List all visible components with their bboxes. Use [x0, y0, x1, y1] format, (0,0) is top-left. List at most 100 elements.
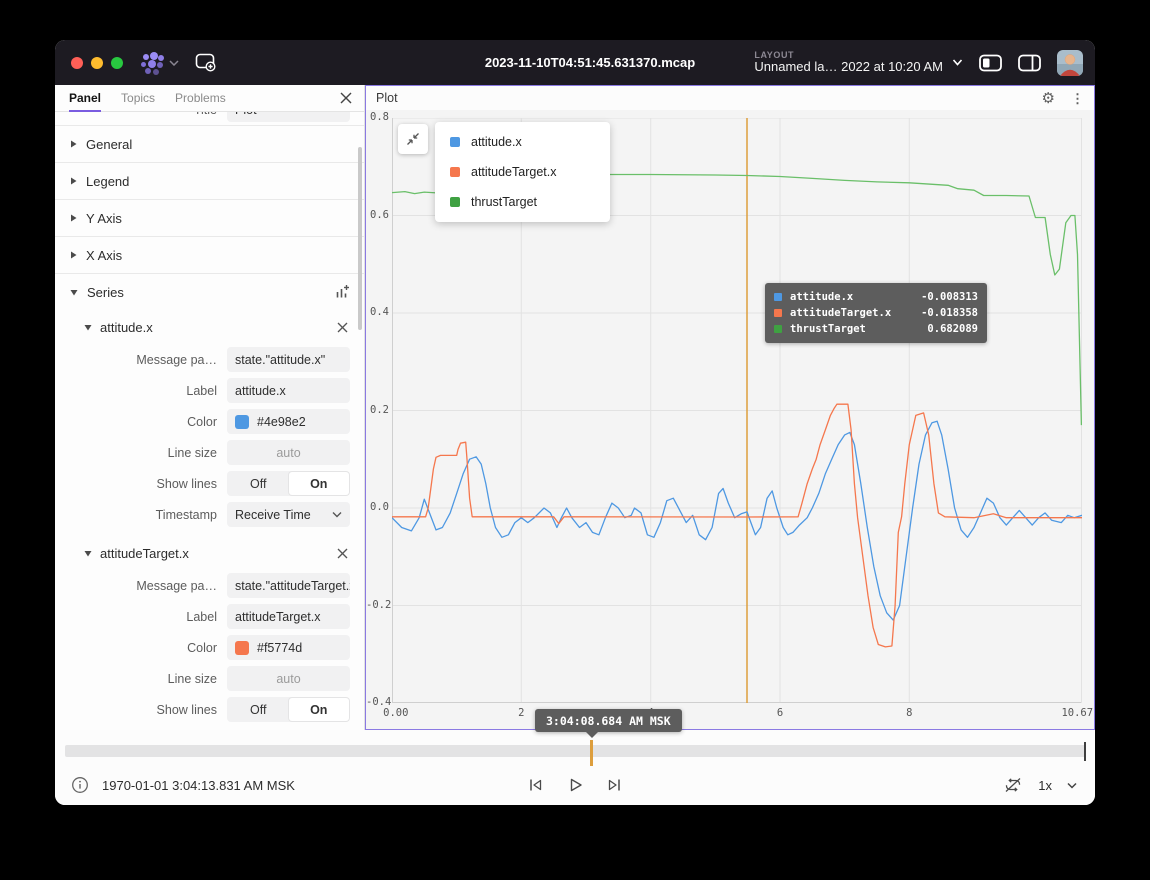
minimize-window-button[interactable] [91, 57, 103, 69]
show-lines-off-button[interactable]: Off [228, 698, 289, 721]
color-row: Color #4e98e2 [55, 406, 364, 437]
caret-right-icon [69, 213, 78, 223]
tooltip-caret [586, 732, 598, 738]
label-row: Label attitudeTarget.x [55, 601, 364, 632]
chevron-down-icon [332, 511, 342, 518]
color-swatch[interactable] [235, 641, 249, 655]
layout-chevron-down-icon [952, 59, 963, 66]
sidebar-close-icon[interactable] [340, 91, 352, 104]
caret-down-icon [83, 549, 93, 558]
x-tick-label: 2 [518, 707, 524, 719]
timeline-scrubber[interactable] [65, 745, 1086, 757]
timeline-playhead[interactable] [590, 740, 593, 766]
panel-settings: Title Plot General Legend Y Axis [55, 112, 364, 730]
panel-settings-gear-icon[interactable]: ⚙ [1042, 91, 1055, 106]
section-y-axis[interactable]: Y Axis [55, 199, 364, 236]
timestamp-select[interactable]: Receive Time [227, 502, 350, 527]
playback-speed[interactable]: 1x [1038, 778, 1052, 793]
panel-menu-kebab-icon[interactable]: ⋮ [1071, 92, 1084, 105]
title-field-input[interactable]: Plot [227, 112, 350, 122]
show-lines-row: Show lines Off On [55, 468, 364, 499]
section-legend[interactable]: Legend [55, 162, 364, 199]
message-path-input[interactable]: state."attitudeTarget.x" [227, 573, 350, 598]
show-lines-on-button[interactable]: On [289, 472, 350, 495]
line-size-row: Line size auto [55, 437, 364, 468]
x-tick-label: 6 [777, 707, 783, 719]
window-title: 2023-11-10T04:51:45.631370.mcap [485, 55, 695, 70]
seek-backward-button[interactable] [527, 777, 544, 793]
main-content: Panel Topics Problems Title Plot General [55, 85, 1095, 730]
add-series-icon[interactable] [334, 284, 350, 300]
close-window-button[interactable] [71, 57, 83, 69]
y-tick-label: 0.2 [366, 404, 389, 416]
collapse-arrows-icon [406, 132, 420, 146]
y-tick-label: 0.0 [366, 501, 389, 513]
loop-off-icon[interactable] [1003, 776, 1023, 794]
app-menu-chevron-down-icon[interactable] [169, 60, 179, 66]
series-group-attitude-x[interactable]: attitude.x [55, 310, 364, 344]
legend-item-thrust-target[interactable]: thrustTarget [435, 187, 610, 217]
legend-item-attitude-target-x[interactable]: attitudeTarget.x [435, 157, 610, 187]
caret-right-icon [69, 139, 78, 149]
plot-area: 0.80.60.40.20.0-0.2-0.4 0.00246810.67 at… [366, 110, 1094, 729]
caret-right-icon [69, 250, 78, 260]
show-lines-off-button[interactable]: Off [228, 472, 289, 495]
line-size-input[interactable]: auto [227, 666, 350, 691]
speed-chevron-down-icon[interactable] [1067, 782, 1077, 789]
title-bar: 2023-11-10T04:51:45.631370.mcap LAYOUT U… [55, 40, 1095, 85]
title-field-label: Title [55, 112, 227, 117]
remove-series-icon[interactable] [337, 548, 348, 559]
sidebar-scrollbar[interactable] [358, 147, 362, 330]
section-series[interactable]: Series [55, 273, 364, 310]
maximize-window-button[interactable] [111, 57, 123, 69]
y-tick-label: 0.6 [366, 209, 389, 221]
play-button[interactable] [566, 776, 584, 794]
y-tick-label: 0.8 [366, 111, 389, 123]
plot-panel-header: Plot ⚙ ⋮ [366, 86, 1094, 110]
show-lines-toggle: Off On [227, 471, 350, 496]
seek-forward-button[interactable] [606, 777, 623, 793]
color-swatch[interactable] [235, 415, 249, 429]
title-field-row: Title Plot [55, 112, 364, 125]
series-group-attitude-target-x[interactable]: attitudeTarget.x [55, 536, 364, 570]
tab-problems[interactable]: Problems [175, 91, 226, 110]
line-size-input[interactable]: auto [227, 440, 350, 465]
info-icon[interactable] [71, 776, 89, 794]
message-path-input[interactable]: state."attitude.x" [227, 347, 350, 372]
tooltip-swatch [774, 325, 782, 333]
right-sidebar-toggle-icon[interactable] [1018, 54, 1041, 72]
label-input[interactable]: attitudeTarget.x [227, 604, 350, 629]
playback-bar: 1970-01-01 3:04:13.831 AM MSK 1x [55, 730, 1095, 805]
avatar[interactable] [1057, 50, 1083, 76]
label-input[interactable]: attitude.x [227, 378, 350, 403]
plot-panel[interactable]: Plot ⚙ ⋮ 0.80.60.40.20.0-0.2-0.4 0.00246… [365, 85, 1095, 730]
color-input[interactable]: #4e98e2 [227, 409, 350, 434]
app-window: 2023-11-10T04:51:45.631370.mcap LAYOUT U… [55, 40, 1095, 805]
legend-item-attitude-x[interactable]: attitude.x [435, 127, 610, 157]
timeline-end-marker [1084, 742, 1086, 761]
color-input[interactable]: #f5774d [227, 635, 350, 660]
layout-selector[interactable]: LAYOUT Unnamed la… 2022 at 10:20 AM [754, 50, 963, 75]
x-tick-label: 8 [906, 707, 912, 719]
section-x-axis[interactable]: X Axis [55, 236, 364, 273]
section-general[interactable]: General [55, 125, 364, 162]
y-tick-label: -0.2 [366, 599, 389, 611]
show-lines-on-button[interactable]: On [289, 698, 350, 721]
add-panel-icon[interactable] [195, 53, 217, 72]
left-sidebar-toggle-icon[interactable] [979, 54, 1002, 72]
caret-down-icon [83, 323, 93, 332]
remove-series-icon[interactable] [337, 322, 348, 333]
plot-legend: attitude.x attitudeTarget.x thrustTarget [435, 122, 610, 222]
legend-collapse-button[interactable] [398, 124, 428, 154]
window-controls [71, 57, 123, 69]
tab-topics[interactable]: Topics [121, 91, 155, 110]
current-timestamp: 1970-01-01 3:04:13.831 AM MSK [102, 778, 295, 793]
message-path-row: Message pa… state."attitude.x" [55, 344, 364, 375]
layout-name: Unnamed la… 2022 at 10:20 AM [754, 60, 943, 75]
tab-panel[interactable]: Panel [69, 91, 101, 112]
settings-sidebar: Panel Topics Problems Title Plot General [55, 85, 365, 730]
foxglove-logo-icon[interactable] [139, 51, 165, 75]
y-tick-label: 0.4 [366, 306, 389, 318]
plot-panel-title: Plot [376, 91, 398, 105]
message-path-row: Message pa… state."attitudeTarget.x" [55, 570, 364, 601]
